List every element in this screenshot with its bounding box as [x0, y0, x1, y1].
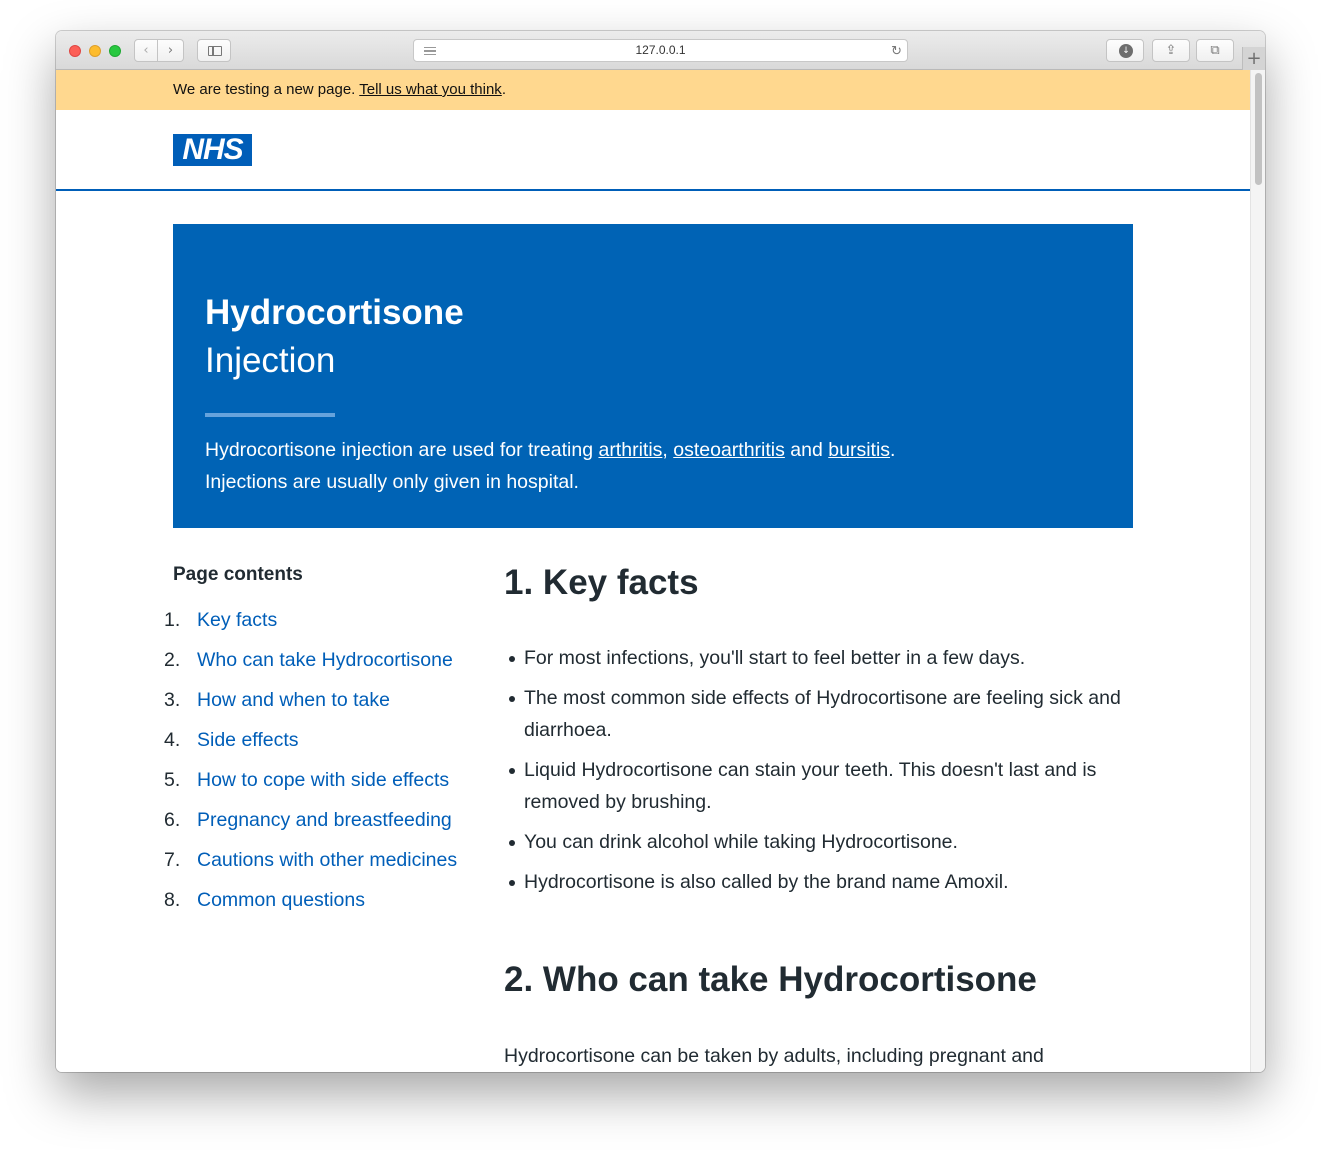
toc-item: 1. Key facts: [164, 609, 457, 649]
toc-link-who-can-take[interactable]: Who can take Hydrocortisone: [197, 649, 453, 671]
hero-description: Hydrocortisone injection are used for tr…: [205, 434, 905, 498]
browser-window: ‹ › 127.0.0.1 ↻ ↓ ⇪ ⧉ + We are testing a…: [56, 31, 1265, 1072]
bursitis-link[interactable]: bursitis: [828, 439, 890, 461]
toc-item: 3. How and when to take: [164, 689, 457, 729]
toc-item: 6. Pregnancy and breastfeeding: [164, 809, 457, 849]
key-facts-heading: 1. Key facts: [504, 563, 699, 602]
site-header: NHS: [56, 110, 1250, 191]
list-item: You can drink alcohol while taking Hydro…: [509, 826, 1134, 858]
page-subtitle: Injection: [205, 341, 336, 380]
close-window-button[interactable]: [69, 45, 81, 57]
key-facts-list: For most infections, you'll start to fee…: [509, 642, 1134, 906]
toc-number: 7.: [164, 849, 181, 871]
forward-chevron-icon[interactable]: ›: [158, 39, 184, 62]
toc-item: 7. Cautions with other medicines: [164, 849, 457, 889]
list-item: For most infections, you'll start to fee…: [509, 642, 1134, 674]
page-title: Hydrocortisone: [205, 293, 464, 332]
list-item: Liquid Hydrocortisone can stain your tee…: [509, 754, 1134, 818]
toc-number: 2.: [164, 649, 181, 671]
toc-number: 8.: [164, 889, 181, 911]
zoom-window-button[interactable]: [109, 45, 121, 57]
list-item: Hydrocortisone is also called by the bra…: [509, 866, 1134, 898]
feedback-link[interactable]: Tell us what you think: [359, 81, 502, 98]
who-can-take-text: Hydrocortisone can be taken by adults, i…: [504, 1045, 1044, 1067]
toc-link-cope[interactable]: How to cope with side effects: [197, 769, 449, 791]
feedback-banner: We are testing a new page. Tell us what …: [56, 70, 1250, 110]
minimize-window-button[interactable]: [89, 45, 101, 57]
toc-link-key-facts[interactable]: Key facts: [197, 609, 277, 631]
sidebar-icon: [208, 46, 222, 56]
reload-icon[interactable]: ↻: [891, 41, 902, 62]
toc-item: 8. Common questions: [164, 889, 457, 929]
plus-icon[interactable]: +: [1242, 47, 1265, 70]
toc-item: 4. Side effects: [164, 729, 457, 769]
browser-toolbar: ‹ › 127.0.0.1 ↻ ↓ ⇪ ⧉ +: [56, 31, 1265, 70]
hero-divider: [205, 413, 335, 417]
toc-link-how-and-when[interactable]: How and when to take: [197, 689, 390, 711]
banner-suffix: .: [501, 81, 506, 98]
toc-heading: Page contents: [173, 564, 303, 585]
sidebar-toggle-button[interactable]: [197, 39, 231, 62]
hero-desc-comma: ,: [662, 439, 674, 461]
who-can-take-heading: 2. Who can take Hydrocortisone: [504, 960, 1037, 999]
hero-panel: Hydrocortisone Injection Hydrocortisone …: [173, 224, 1133, 528]
page-scrollbar[interactable]: [1250, 70, 1265, 1072]
toc-link-pregnancy[interactable]: Pregnancy and breastfeeding: [197, 809, 452, 831]
toc-item: 5. How to cope with side effects: [164, 769, 457, 809]
toc-link-side-effects[interactable]: Side effects: [197, 729, 299, 751]
toc-number: 3.: [164, 689, 181, 711]
url-text: 127.0.0.1: [635, 43, 686, 57]
tabs-overview-icon[interactable]: ⧉: [1196, 39, 1234, 62]
share-icon[interactable]: ⇪: [1152, 39, 1190, 62]
nhs-logo[interactable]: NHS: [173, 134, 252, 166]
banner-text: We are testing a new page. Tell us what …: [173, 81, 506, 98]
page-contents-nav: 1. Key facts 2. Who can take Hydrocortison…: [164, 609, 457, 929]
toc-number: 1.: [164, 609, 181, 631]
toc-number: 6.: [164, 809, 181, 831]
scrollbar-thumb[interactable]: [1255, 73, 1262, 185]
banner-message: We are testing a new page.: [173, 81, 360, 98]
download-icon: ↓: [1119, 44, 1133, 58]
hero-desc-and: and: [784, 439, 829, 461]
hero-desc-prefix: Hydrocortisone injection are used for tr…: [205, 439, 599, 461]
toc-item: 2. Who can take Hydrocortisone: [164, 649, 457, 689]
arthritis-link[interactable]: arthritis: [598, 439, 662, 461]
toc-link-common-questions[interactable]: Common questions: [197, 889, 365, 911]
back-chevron-icon[interactable]: ‹: [134, 39, 158, 62]
list-item: The most common side effects of Hydrocor…: [509, 682, 1134, 746]
toc-number: 4.: [164, 729, 181, 751]
toc-link-cautions[interactable]: Cautions with other medicines: [197, 849, 457, 871]
address-bar[interactable]: 127.0.0.1 ↻: [413, 39, 908, 62]
downloads-button[interactable]: ↓: [1106, 39, 1144, 62]
osteoarthritis-link[interactable]: osteoarthritis: [673, 439, 785, 461]
toc-number: 5.: [164, 769, 181, 791]
page-viewport: We are testing a new page. Tell us what …: [56, 70, 1250, 1072]
